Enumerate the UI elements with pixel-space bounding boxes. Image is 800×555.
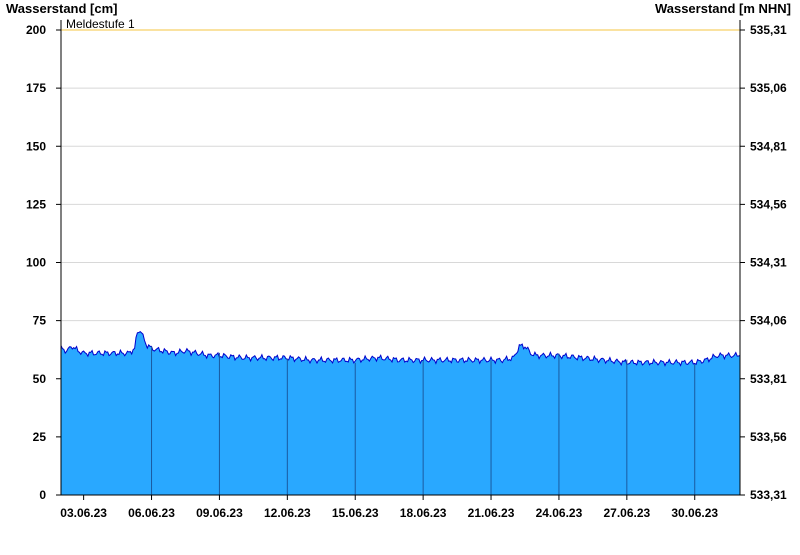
- right-tick-label-7: 535,06: [750, 81, 787, 95]
- left-tick-label-7: 175: [26, 81, 46, 95]
- right-tick-label-1: 533,56: [750, 430, 787, 444]
- x-tick-label-7: 24.06.23: [536, 506, 583, 520]
- x-tick-label-0: 03.06.23: [60, 506, 107, 520]
- threshold-label: Meldestufe 1: [66, 17, 135, 31]
- x-tick-label-4: 15.06.23: [332, 506, 379, 520]
- left-tick-label-2: 50: [33, 372, 47, 386]
- x-tick-label-2: 09.06.23: [196, 506, 243, 520]
- x-tick-label-5: 18.06.23: [400, 506, 447, 520]
- x-tick-label-8: 27.06.23: [603, 506, 650, 520]
- x-tick-label-9: 30.06.23: [671, 506, 718, 520]
- water-level-area: [61, 331, 740, 495]
- water-level-chart: 0 533,31 25 533,56 50 533,81 75 534,06 100 534,31…: [0, 0, 800, 550]
- right-tick-label-3: 534,06: [750, 314, 787, 328]
- x-tick-label-1: 06.06.23: [128, 506, 175, 520]
- left-tick-label-6: 150: [26, 139, 46, 153]
- right-tick-label-6: 534,81: [750, 139, 787, 153]
- left-tick-label-4: 100: [26, 256, 46, 270]
- right-tick-label-4: 534,31: [750, 256, 787, 270]
- right-tick-label-0: 533,31: [750, 488, 787, 502]
- left-tick-label-1: 25: [33, 430, 47, 444]
- right-tick-label-5: 534,56: [750, 197, 787, 211]
- left-tick-label-5: 125: [26, 197, 46, 211]
- left-tick-label-3: 75: [33, 314, 47, 328]
- right-tick-label-2: 533,81: [750, 372, 787, 386]
- right-axis-title: Wasserstand [m NHN]: [655, 1, 791, 16]
- left-axis-title: Wasserstand [cm]: [6, 1, 118, 16]
- x-tick-label-3: 12.06.23: [264, 506, 311, 520]
- left-tick-label-8: 200: [26, 23, 46, 37]
- x-tick-label-6: 21.06.23: [468, 506, 515, 520]
- right-tick-label-8: 535,31: [750, 23, 787, 37]
- area-layer: [60, 330, 741, 495]
- left-tick-label-0: 0: [39, 488, 46, 502]
- chart-svg: 0 533,31 25 533,56 50 533,81 75 534,06 100 534,31…: [6, 1, 791, 520]
